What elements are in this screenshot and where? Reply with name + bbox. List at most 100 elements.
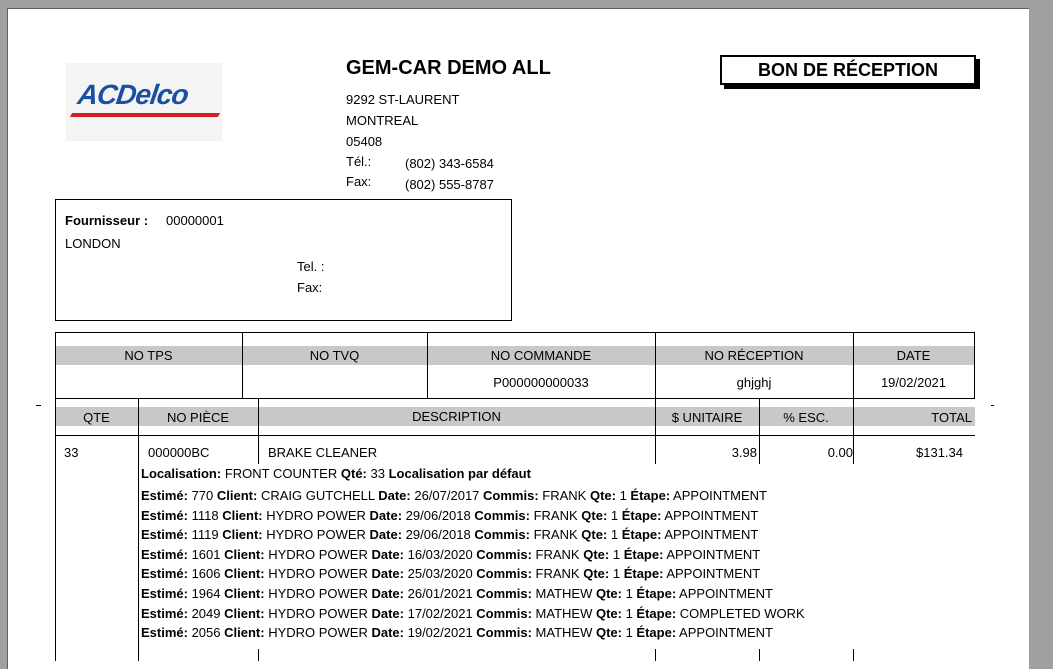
commis-label: Commis: <box>474 507 530 523</box>
supplier-fax-label: Fax: <box>297 280 323 295</box>
estimate-label: Estimé: <box>141 546 188 562</box>
client-label: Client: <box>224 546 265 562</box>
commis-label: Commis: <box>483 488 539 503</box>
company-postal: 05408 <box>346 134 383 149</box>
order-number-value: P000000000033 <box>493 375 589 390</box>
location-value: FRONT COUNTER <box>224 466 338 481</box>
date-label: Date: <box>371 586 404 601</box>
commis-name: MATHEW <box>531 605 596 621</box>
col-discount-header: % ESC. <box>783 410 829 425</box>
client-label: Client: <box>222 527 263 543</box>
commis-label: Commis: <box>476 605 532 621</box>
estimate-row: Estimé: 1118 Client: HYDRO POWER Date: 2… <box>141 508 758 523</box>
col-unit-price-header: $ UNITAIRE <box>671 410 743 425</box>
logo-swoosh <box>69 113 221 117</box>
commis-label: Commis: <box>476 566 532 582</box>
estimate-number: 1606 <box>187 566 225 582</box>
client-label: Client: <box>224 625 265 641</box>
commis-label: Commis: <box>476 625 532 641</box>
estimate-number: 2056 <box>187 625 225 641</box>
qty-label: Qte: <box>583 566 610 582</box>
qty-label: Qte: <box>595 625 622 641</box>
estimate-number: 1118 <box>187 507 223 523</box>
col-tps-header: NO TPS <box>124 348 173 363</box>
col-description-header: DESCRIPTION <box>412 409 501 424</box>
estimate-date: 29/06/2018 <box>402 527 475 543</box>
estimate-row: Estimé: 2049 Client: HYDRO POWER Date: 1… <box>141 606 805 621</box>
client-name: HYDRO POWER <box>264 566 372 582</box>
location-label: Localisation: <box>141 466 222 481</box>
client-label: Client: <box>224 605 265 621</box>
col-part-header: NO PIÈCE <box>166 410 230 425</box>
col-order-header: NO COMMANDE <box>490 348 592 363</box>
estimate-row: Estimé: 1601 Client: HYDRO POWER Date: 1… <box>141 547 760 562</box>
estimate-qty: 1 <box>609 566 624 582</box>
step-label: Étape: <box>630 488 671 503</box>
company-name: GEM-CAR DEMO ALL <box>346 57 551 79</box>
location-qty-label: Qté: <box>340 466 367 481</box>
client-label: Client: <box>224 586 265 601</box>
date-value: 19/02/2021 <box>880 375 947 390</box>
step-label: Étape: <box>621 507 662 523</box>
company-city: MONTREAL <box>346 113 419 128</box>
col-reception-header: NO RÉCEPTION <box>704 348 804 363</box>
estimate-label: Estimé: <box>141 586 188 601</box>
estimate-label: Estimé: <box>141 488 188 503</box>
client-name: HYDRO POWER <box>262 507 370 523</box>
estimate-number: 2049 <box>187 605 225 621</box>
step-label: Étape: <box>636 625 677 641</box>
estimate-number: 1119 <box>187 527 223 543</box>
step-label: Étape: <box>636 586 677 601</box>
logo-text: ACDelco <box>75 79 190 110</box>
estimate-qty: 1 <box>607 527 622 543</box>
client-name: HYDRO POWER <box>262 527 370 543</box>
estimate-date: 16/03/2020 <box>404 546 477 562</box>
estimate-step: APPOINTMENT <box>676 586 773 601</box>
commis-name: MATHEW <box>531 625 596 641</box>
brand-logo: ACDelco <box>66 63 222 141</box>
qty-label: Qte: <box>595 586 622 601</box>
company-fax-label: Fax: <box>346 174 372 189</box>
estimate-label: Estimé: <box>141 527 188 543</box>
estimate-number: 1601 <box>187 546 225 562</box>
qty-label: Qte: <box>581 527 608 543</box>
supplier-box: Fournisseur : 00000001 LONDON Tel. : Fax… <box>55 199 512 321</box>
commis-name: FRANK <box>538 488 590 503</box>
estimate-label: Estimé: <box>141 605 188 621</box>
estimate-qty: 1 <box>609 546 624 562</box>
step-label: Étape: <box>623 546 664 562</box>
qty-label: Qte: <box>589 488 616 503</box>
estimate-date: 17/02/2021 <box>404 605 477 621</box>
commis-label: Commis: <box>476 586 532 601</box>
estimate-date: 29/06/2018 <box>402 507 475 523</box>
client-label: Client: <box>216 488 258 503</box>
supplier-name: LONDON <box>65 236 121 251</box>
date-label: Date: <box>371 566 404 582</box>
estimate-qty: 1 <box>615 488 631 503</box>
estimate-date: 26/07/2017 <box>410 488 484 503</box>
date-label: Date: <box>371 605 404 621</box>
estimate-qty: 1 <box>621 605 637 621</box>
company-fax: (802) 555-8787 <box>405 177 494 192</box>
step-label: Étape: <box>623 566 664 582</box>
supplier-tel-label: Tel. : <box>297 259 325 274</box>
item-qty: 33 <box>64 445 79 460</box>
date-label: Date: <box>371 546 404 562</box>
commis-name: FRANK <box>531 566 584 582</box>
estimate-date: 25/03/2020 <box>404 566 477 582</box>
col-total-header: TOTAL <box>931 410 972 425</box>
step-label: Étape: <box>636 605 677 621</box>
estimate-row: Estimé: 2056 Client: HYDRO POWER Date: 1… <box>141 625 773 640</box>
item-description: BRAKE CLEANER <box>268 445 378 460</box>
client-label: Client: <box>224 566 265 582</box>
estimate-qty: 1 <box>607 507 622 523</box>
estimate-row: Estimé: 1606 Client: HYDRO POWER Date: 2… <box>141 566 760 581</box>
company-tel: (802) 343-6584 <box>405 156 494 171</box>
estimate-number: 770 <box>187 488 217 503</box>
estimate-number: 1964 <box>187 586 225 601</box>
date-label: Date: <box>369 507 403 523</box>
item-total: $131.34 <box>916 445 963 460</box>
estimate-date: 26/01/2021 <box>404 586 477 601</box>
document-page: ACDelco GEM-CAR DEMO ALL 9292 ST-LAURENT… <box>7 8 1029 669</box>
estimate-step: APPOINTMENT <box>661 527 759 543</box>
